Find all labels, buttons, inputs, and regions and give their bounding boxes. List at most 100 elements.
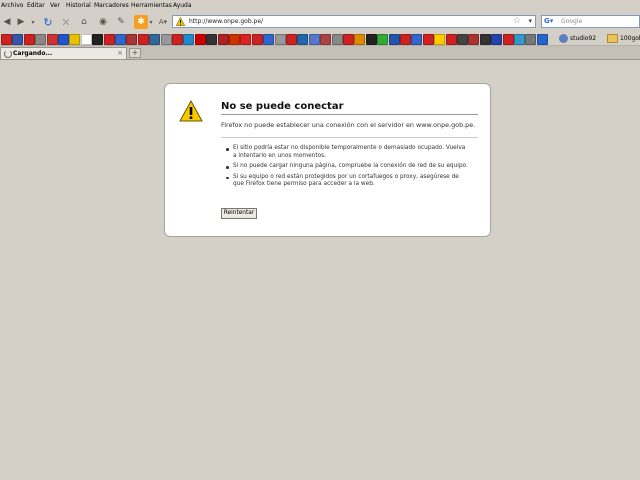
bookmark-favicon-icon[interactable] xyxy=(103,34,115,45)
bookmark-favicon-icon[interactable] xyxy=(308,34,320,45)
rss-addon-button[interactable]: ✱ xyxy=(134,15,148,29)
error-message: Firefox no puede establecer una conexión… xyxy=(221,121,476,129)
search-placeholder: Google xyxy=(561,18,583,25)
bookmark-favicon-icon[interactable] xyxy=(422,34,434,45)
bookmark-favicon-icon[interactable] xyxy=(491,34,503,45)
reload-icon: ↻ xyxy=(43,15,53,29)
bookmark-favicon-icon[interactable] xyxy=(35,34,47,45)
bookmark-favicon-icon[interactable] xyxy=(115,34,126,45)
search-bar[interactable]: G▾ Google xyxy=(541,15,640,28)
bookmark-favicon-icon[interactable] xyxy=(12,34,24,45)
addon-dropdown[interactable]: ▾ xyxy=(148,15,154,29)
bookmark-favicon-icon[interactable] xyxy=(69,34,81,45)
tab-title: Cargando... xyxy=(13,50,53,57)
menu-herramientas[interactable]: Herramientas xyxy=(131,2,172,9)
bookmark-favicon-icon[interactable] xyxy=(331,34,343,45)
bookmark-favicon-icon[interactable] xyxy=(365,34,377,45)
back-button[interactable]: ◀ xyxy=(2,15,12,29)
bookmark-favicon-icon[interactable] xyxy=(137,34,149,45)
bookmark-favicon-icon[interactable] xyxy=(217,34,229,45)
bookmark-favicon-icon[interactable] xyxy=(229,34,240,45)
menu-marcadores[interactable]: Marcadores xyxy=(94,2,129,9)
title-divider xyxy=(221,114,478,115)
bookmark-favicon-icon[interactable] xyxy=(126,34,138,45)
bookmark-favicon-icon[interactable] xyxy=(251,34,263,45)
tab-close-icon[interactable]: × xyxy=(117,49,123,57)
bookmark-favicon-icon[interactable] xyxy=(320,34,332,45)
bookmark-favicon-icon[interactable] xyxy=(343,34,354,45)
menu-editar[interactable]: Editar xyxy=(27,2,45,9)
toolbar-link-button[interactable]: ✎ xyxy=(115,15,127,29)
address-url: http://www.onpe.gob.pe/ xyxy=(189,18,264,25)
address-dropdown-icon[interactable]: ▾ xyxy=(528,17,532,25)
bookmark-favicon-icon[interactable] xyxy=(536,34,548,45)
tab-strip: Cargando... × + xyxy=(0,46,640,60)
retry-button[interactable]: Reintentar xyxy=(221,208,257,219)
bookmark-favicon-icon[interactable] xyxy=(183,34,195,45)
home-icon: ⌂ xyxy=(81,17,87,27)
bookmark-favicon-icon[interactable] xyxy=(92,34,104,45)
home-button[interactable]: ⌂ xyxy=(78,15,90,29)
eye-icon: ◉ xyxy=(99,17,107,27)
warning-icon xyxy=(176,17,185,26)
star-icon: ✱ xyxy=(137,17,145,27)
menu-historial[interactable]: Historial xyxy=(66,2,91,9)
link-icon: ✎ xyxy=(117,17,125,27)
reload-button[interactable]: ↻ xyxy=(42,15,54,29)
bookmark-favicon-icon[interactable] xyxy=(172,34,183,45)
chevron-down-icon: ▾ xyxy=(31,18,35,26)
bookmark-favicon-icon[interactable] xyxy=(286,34,297,45)
warning-icon xyxy=(179,100,203,122)
back-arrow-icon: ◀ xyxy=(3,17,11,27)
bookmark-favicon-icon[interactable] xyxy=(411,34,423,45)
bookmark-favicon-icon[interactable] xyxy=(502,34,514,45)
font-size-button[interactable]: A▾ xyxy=(157,15,169,29)
google-icon[interactable]: G▾ xyxy=(544,17,557,26)
stop-button[interactable]: ✕ xyxy=(60,15,72,29)
bookmark-favicon-icon[interactable] xyxy=(388,34,400,45)
tab-current[interactable]: Cargando... × xyxy=(0,47,127,59)
history-dropdown[interactable]: ▾ xyxy=(30,15,36,29)
bookmark-favicon-icon[interactable] xyxy=(514,34,525,45)
navigation-toolbar: ◀ ▶ ▾ ↻ ✕ ⌂ ◉ ✎ ✱ ▾ A▾ http://www.onpe.g… xyxy=(0,12,640,33)
new-tab-button[interactable]: + xyxy=(129,48,141,58)
bookmark-favicon-icon[interactable] xyxy=(1,34,12,45)
bookmark-folder-100goles[interactable]: 100goles xyxy=(607,34,640,43)
bookmark-favicon-icon[interactable] xyxy=(160,34,172,45)
bookmark-favicon-icon[interactable] xyxy=(377,34,389,45)
bookmark-favicon-icon[interactable] xyxy=(206,34,218,45)
bookmark-favicon-icon[interactable] xyxy=(274,34,286,45)
bookmark-favicon-icon[interactable] xyxy=(354,34,366,45)
bookmark-favicon-icon[interactable] xyxy=(263,34,275,45)
bookmark-favicon-icon[interactable] xyxy=(46,34,58,45)
forward-button[interactable]: ▶ xyxy=(16,15,26,29)
folder-icon xyxy=(607,34,618,43)
bookmarks-toolbar: studio92 100goles xyxy=(0,32,640,46)
menu-ver[interactable]: Ver xyxy=(50,2,60,9)
bookmark-favicon-icon[interactable] xyxy=(445,34,457,45)
bookmark-star-icon[interactable]: ☆ xyxy=(513,16,521,26)
list-item: El sitio podría estar no disponible temp… xyxy=(225,145,470,160)
bookmark-favicon-icon[interactable] xyxy=(80,34,92,45)
bookmark-favicon-icon[interactable] xyxy=(400,34,411,45)
bookmark-favicon-icon[interactable] xyxy=(149,34,161,45)
menu-ayuda[interactable]: Ayuda xyxy=(173,2,192,9)
list-item: Si no puede cargar ninguna página, compr… xyxy=(225,163,470,171)
bookmark-favicon-icon[interactable] xyxy=(468,34,480,45)
bookmark-favicon-icon[interactable] xyxy=(58,34,69,45)
bookmark-favicon-icon[interactable] xyxy=(23,34,35,45)
bookmark-favicon-icon[interactable] xyxy=(479,34,491,45)
bookmark-favicon-icon[interactable] xyxy=(297,34,309,45)
bookmark-favicon-icon[interactable] xyxy=(525,34,537,45)
bookmark-folder-label: 100goles xyxy=(620,35,640,42)
stop-icon: ✕ xyxy=(61,15,71,29)
error-panel: No se puede conectar Firefox no puede es… xyxy=(164,83,491,237)
menu-archivo[interactable]: Archivo xyxy=(1,2,23,9)
bookmark-favicon-icon[interactable] xyxy=(194,34,206,45)
toolbar-addon-button[interactable]: ◉ xyxy=(97,15,109,29)
bookmark-favicon-icon[interactable] xyxy=(434,34,446,45)
address-bar[interactable]: http://www.onpe.gob.pe/ ☆ ▾ xyxy=(172,15,536,28)
bookmark-favicon-icon[interactable] xyxy=(240,34,252,45)
bookmark-folder-studio92[interactable]: studio92 xyxy=(559,34,596,43)
bookmark-favicon-icon[interactable] xyxy=(457,34,468,45)
